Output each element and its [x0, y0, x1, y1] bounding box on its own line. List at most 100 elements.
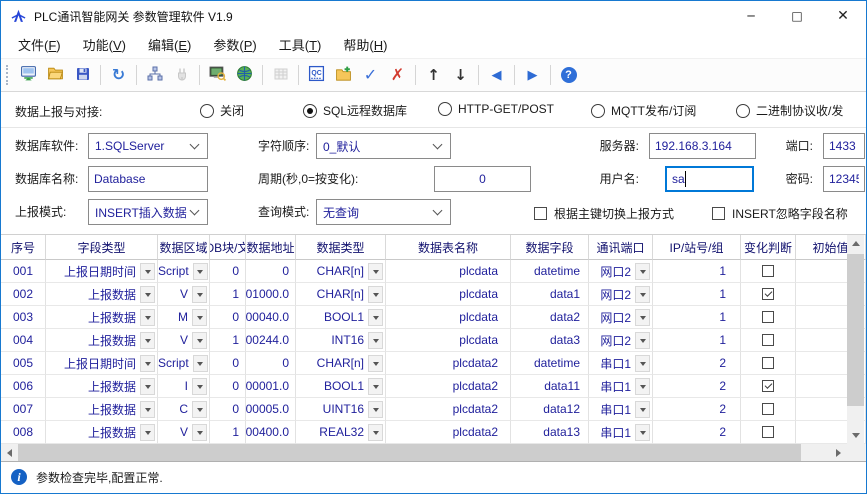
cell-no[interactable]: 007	[1, 398, 46, 421]
col-header-change[interactable]: 变化判断	[741, 235, 796, 260]
vertical-scroll-thumb[interactable]	[847, 254, 864, 406]
refresh-button[interactable]: ↻	[105, 62, 132, 88]
col-header-field_type[interactable]: 字段类型	[46, 235, 158, 260]
port-dropdown-button[interactable]	[635, 401, 650, 418]
cell-station[interactable]: 1	[653, 260, 741, 283]
cell-port[interactable]: 串口1	[589, 398, 653, 421]
cell-no[interactable]: 004	[1, 329, 46, 352]
cell-field_type[interactable]: 上报日期时间	[46, 260, 158, 283]
radio-binary-protocol[interactable]: 二进制协议收/发	[736, 102, 843, 119]
change-checkbox[interactable]	[762, 311, 774, 323]
cell-area[interactable]: I	[158, 375, 210, 398]
cell-dtype[interactable]: BOOL1	[296, 375, 386, 398]
change-checkbox[interactable]	[762, 288, 774, 300]
port-dropdown-button[interactable]	[635, 355, 650, 372]
change-checkbox[interactable]	[762, 403, 774, 415]
minimize-button[interactable]: ─	[728, 1, 774, 31]
dtype-dropdown-button[interactable]	[368, 263, 383, 280]
cell-table[interactable]: plcdata2	[386, 398, 511, 421]
cell-dtype[interactable]: CHAR[n]	[296, 352, 386, 375]
close-button[interactable]: ✕	[820, 1, 866, 31]
port-dropdown-button[interactable]	[635, 309, 650, 326]
cell-addr[interactable]: 00005.0	[246, 398, 296, 421]
cell-change[interactable]	[741, 398, 796, 421]
field_type-dropdown-button[interactable]	[140, 424, 155, 441]
col-header-station[interactable]: IP/站号/组	[653, 235, 741, 260]
cell-db[interactable]: 0	[210, 375, 246, 398]
query-mode-select[interactable]: 无查询	[316, 199, 451, 225]
device-sync-button[interactable]	[15, 62, 42, 88]
cell-change[interactable]	[741, 260, 796, 283]
cell-no[interactable]: 002	[1, 283, 46, 306]
toolbar-grip[interactable]	[6, 65, 10, 85]
port-dropdown-button[interactable]	[635, 424, 650, 441]
field_type-dropdown-button[interactable]	[140, 355, 155, 372]
dtype-dropdown-button[interactable]	[368, 355, 383, 372]
cell-addr[interactable]: 0	[246, 260, 296, 283]
switch-by-key-checkbox[interactable]: 根据主键切换上报方式	[534, 205, 674, 222]
qc-monitor-button[interactable]: QC	[303, 62, 330, 88]
save-file-button[interactable]	[69, 62, 96, 88]
port-dropdown-button[interactable]	[635, 263, 650, 280]
db-software-select[interactable]: 1.SQLServer	[88, 133, 208, 159]
cell-table[interactable]: plcdata	[386, 260, 511, 283]
col-header-port[interactable]: 通讯端口	[589, 235, 653, 260]
radio-off[interactable]: 关闭	[200, 102, 244, 119]
cell-port[interactable]: 串口1	[589, 352, 653, 375]
monitor-view-button[interactable]	[204, 62, 231, 88]
move-down-button[interactable]: ↓	[447, 62, 474, 88]
cell-port[interactable]: 串口1	[589, 421, 653, 444]
cell-field_type[interactable]: 上报数据	[46, 329, 158, 352]
scroll-down-button[interactable]	[847, 427, 864, 444]
horizontal-scrollbar[interactable]	[1, 444, 847, 461]
cell-area[interactable]: V	[158, 421, 210, 444]
char-order-select[interactable]: 0_默认	[316, 133, 451, 159]
cell-field_type[interactable]: 上报数据	[46, 306, 158, 329]
topology-button[interactable]	[141, 62, 168, 88]
cell-table[interactable]: plcdata2	[386, 421, 511, 444]
insert-ignore-checkbox[interactable]: INSERT忽略字段名称	[712, 205, 848, 222]
field_type-dropdown-button[interactable]	[140, 263, 155, 280]
cell-addr[interactable]: 0	[246, 352, 296, 375]
field_type-dropdown-button[interactable]	[140, 332, 155, 349]
maximize-button[interactable]: □	[774, 1, 820, 31]
col-header-db[interactable]: DB块/文	[210, 235, 246, 260]
add-group-button[interactable]	[330, 62, 357, 88]
cell-port[interactable]: 网口2	[589, 260, 653, 283]
field_type-dropdown-button[interactable]	[140, 401, 155, 418]
cell-dtype[interactable]: REAL32	[296, 421, 386, 444]
area-dropdown-button[interactable]	[193, 263, 208, 280]
cell-area[interactable]: V	[158, 329, 210, 352]
dtype-dropdown-button[interactable]	[368, 286, 383, 303]
menu-item-help[interactable]: 帮助(H)	[332, 31, 398, 58]
scroll-right-button[interactable]	[830, 444, 847, 461]
cell-change[interactable]	[741, 352, 796, 375]
col-header-area[interactable]: 数据区域	[158, 235, 210, 260]
cell-station[interactable]: 2	[653, 398, 741, 421]
change-checkbox[interactable]	[762, 265, 774, 277]
cell-change[interactable]	[741, 329, 796, 352]
help-button[interactable]: ?	[555, 62, 582, 88]
db-name-input[interactable]	[88, 166, 208, 192]
menu-item-params[interactable]: 参数(P)	[202, 31, 267, 58]
dtype-dropdown-button[interactable]	[368, 332, 383, 349]
area-dropdown-button[interactable]	[192, 286, 207, 303]
cell-field[interactable]: datetime	[511, 352, 589, 375]
menu-item-function[interactable]: 功能(V)	[72, 31, 137, 58]
cell-port[interactable]: 网口2	[589, 329, 653, 352]
cell-addr[interactable]: 00244.0	[246, 329, 296, 352]
cell-dtype[interactable]: BOOL1	[296, 306, 386, 329]
scroll-up-button[interactable]	[847, 235, 864, 252]
cell-field[interactable]: data13	[511, 421, 589, 444]
cell-table[interactable]: plcdata	[386, 283, 511, 306]
radio-http-get-post[interactable]: HTTP-GET/POST	[438, 102, 554, 116]
cell-db[interactable]: 0	[210, 260, 246, 283]
delete-x-button[interactable]: ✗	[384, 62, 411, 88]
dtype-dropdown-button[interactable]	[368, 424, 383, 441]
scroll-left-button[interactable]	[1, 444, 18, 461]
cell-no[interactable]: 006	[1, 375, 46, 398]
area-dropdown-button[interactable]	[193, 355, 208, 372]
cell-addr[interactable]: 00001.0	[246, 375, 296, 398]
cell-no[interactable]: 008	[1, 421, 46, 444]
menu-item-tools[interactable]: 工具(T)	[268, 31, 333, 58]
